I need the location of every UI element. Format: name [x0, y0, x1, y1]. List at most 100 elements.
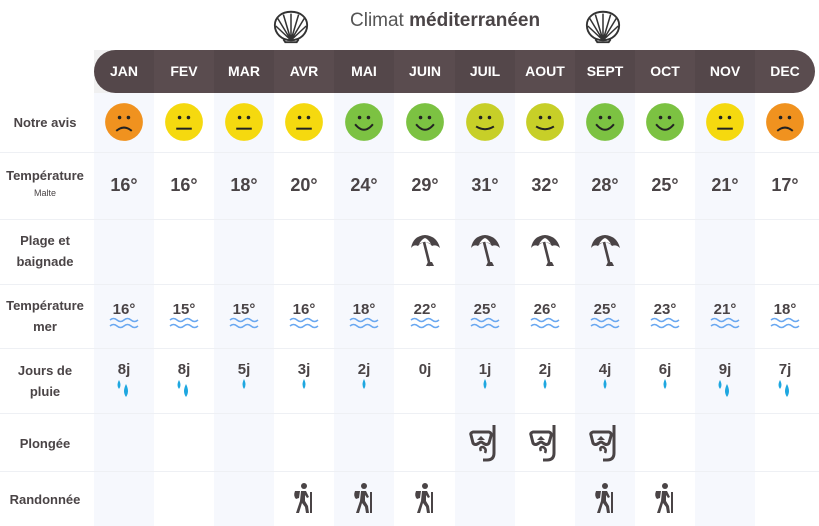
- sea-temperature-cell: 16°: [94, 301, 154, 329]
- month-header-dec: DEC: [770, 63, 800, 79]
- air-temperature: 16°: [110, 175, 138, 195]
- beach-umbrella-icon: [455, 232, 515, 270]
- rain-days: 0j: [418, 361, 432, 378]
- rain-drop-icon: [274, 378, 334, 392]
- sea-temperature-cell: 22°: [395, 301, 455, 329]
- rain-drop-icon: [334, 378, 394, 392]
- smiley-neutral-icon: [706, 103, 744, 141]
- sea-temperature-cell: 18°: [334, 301, 394, 329]
- sea-temperature: 16°: [292, 301, 316, 318]
- month-header-jan: JAN: [94, 50, 154, 93]
- snorkel-mask-icon: [575, 423, 635, 463]
- sea-temperature-cell: 25°: [455, 301, 515, 329]
- waves-icon: [755, 317, 815, 329]
- rating-face-icon: [395, 102, 455, 142]
- row-label-temperature: Température Malte: [0, 165, 90, 200]
- row-divider: [0, 348, 819, 349]
- pluie-label-line1: Jours de: [17, 363, 73, 378]
- smiley-bad-icon: [105, 103, 143, 141]
- sea-temperature: 23°: [653, 301, 677, 318]
- rain-days: 8j: [177, 361, 191, 378]
- month-header-nov: NOV: [695, 50, 755, 93]
- hiker-icon: [635, 482, 695, 514]
- rating-face-icon: [154, 102, 214, 142]
- row-label-mer: Température mer: [0, 295, 90, 337]
- smiley-neutral-icon: [285, 103, 323, 141]
- mer-label-line2: mer: [33, 319, 57, 334]
- rain-days: 2j: [538, 361, 552, 378]
- rain-drop-icon: [575, 378, 635, 392]
- waves-icon: [274, 317, 334, 329]
- air-temperature: 18°: [230, 175, 258, 195]
- rain-days: 6j: [658, 361, 672, 378]
- hiker-icon: [395, 482, 455, 514]
- rain-days: 1j: [478, 361, 492, 378]
- sea-temperature-cell: 23°: [635, 301, 695, 329]
- sea-temperature: 26°: [533, 301, 557, 318]
- waves-icon: [395, 317, 455, 329]
- smiley-neutral-icon: [165, 103, 203, 141]
- rain-drop-icon: [455, 378, 515, 392]
- rain-days-cell: 5j: [214, 361, 274, 392]
- rain-days-cell: 0j: [395, 361, 455, 378]
- waves-icon: [94, 317, 154, 329]
- rain-days-cell: 3j: [274, 361, 334, 392]
- rain-days-cell: 2j: [334, 361, 394, 392]
- air-temperature: 21°: [711, 175, 739, 195]
- sea-temperature-cell: 15°: [214, 301, 274, 329]
- rating-face-icon: [334, 102, 394, 142]
- month-header-mai: MAI: [334, 50, 394, 93]
- waves-icon: [695, 317, 755, 329]
- beach-umbrella-icon: [395, 232, 455, 270]
- title-bar: Climat méditerranéen: [0, 0, 819, 50]
- beach-umbrella-icon: [575, 232, 635, 270]
- smiley-good-icon: [586, 103, 624, 141]
- rain-days-cell: 6j: [635, 361, 695, 392]
- rain-days-cell: 1j: [455, 361, 515, 392]
- rain-days-cell: 8j: [154, 361, 214, 400]
- row-label-randonnee: Randonnée: [9, 492, 81, 507]
- sea-temperature: 22°: [413, 301, 437, 318]
- rating-face-icon: [274, 102, 334, 142]
- row-label-plongee: Plongée: [19, 436, 71, 451]
- waves-icon: [575, 317, 635, 329]
- sea-temperature: 16°: [112, 301, 136, 318]
- hiker-icon: [274, 482, 334, 514]
- sea-temperature: 25°: [473, 301, 497, 318]
- rating-face-icon: [94, 102, 154, 142]
- rating-face-icon: [755, 102, 815, 142]
- shell-icon: [273, 10, 309, 44]
- month-header-avr: AVR: [289, 63, 319, 79]
- title-bold: méditerranéen: [409, 10, 541, 31]
- row-divider: [0, 152, 819, 153]
- smiley-ok-icon: [526, 103, 564, 141]
- sea-temperature-cell: 21°: [695, 301, 755, 329]
- rating-face-icon: [515, 102, 575, 142]
- rain-drops-icon: [154, 378, 214, 400]
- sea-temperature: 21°: [713, 301, 737, 318]
- air-temperature: 20°: [290, 175, 318, 195]
- row-divider: [0, 413, 819, 414]
- smiley-good-icon: [406, 103, 444, 141]
- rating-face-icon: [635, 102, 695, 142]
- rain-days: 7j: [778, 361, 792, 378]
- waves-icon: [334, 317, 394, 329]
- rating-face-icon: [214, 102, 274, 142]
- row-divider: [0, 284, 819, 285]
- row-label-avis: Notre avis: [13, 115, 77, 130]
- smiley-bad-icon: [766, 103, 804, 141]
- rain-drops-icon: [695, 378, 755, 400]
- snorkel-mask-icon: [455, 423, 515, 463]
- rating-face-icon: [455, 102, 515, 142]
- month-header-oct: OCT: [650, 63, 680, 79]
- rating-face-icon: [695, 102, 755, 142]
- mer-label-line1: Température: [6, 298, 84, 313]
- month-header-aout: AOUT: [525, 63, 565, 79]
- rain-days: 9j: [718, 361, 732, 378]
- title-prefix: Climat: [350, 10, 404, 31]
- plage-label-line1: Plage et: [20, 233, 70, 248]
- air-temperature: 17°: [771, 175, 799, 195]
- rain-days-cell: 4j: [575, 361, 635, 392]
- rain-drop-icon: [214, 378, 274, 392]
- rain-days-cell: 8j: [94, 361, 154, 400]
